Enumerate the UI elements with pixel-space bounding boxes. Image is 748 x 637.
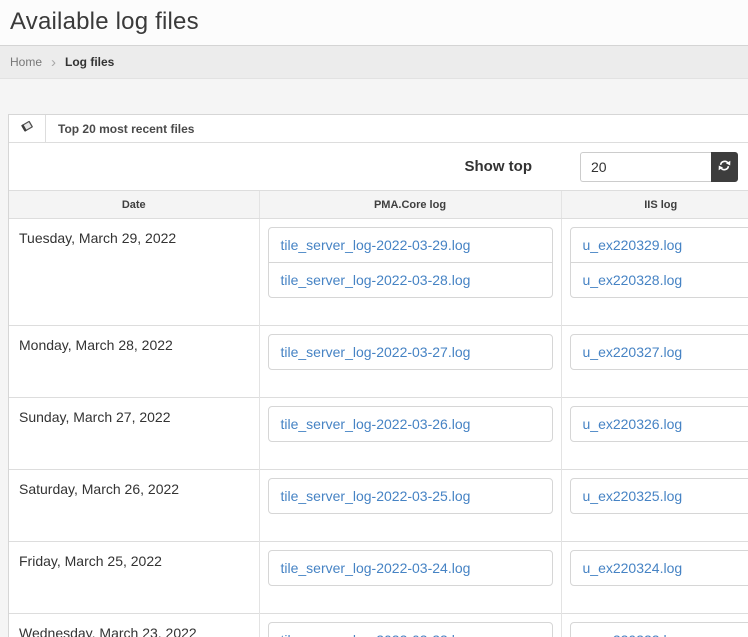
iis-cell: u_ex220325.log xyxy=(561,470,748,542)
row-date: Wednesday, March 23, 2022 xyxy=(17,622,251,637)
iis-cell: u_ex220324.log xyxy=(561,542,748,614)
log-file-link[interactable]: tile_server_log-2022-03-25.log xyxy=(268,478,553,514)
page-title: Available log files xyxy=(10,8,738,36)
table-row: Wednesday, March 23, 2022 tile_server_lo… xyxy=(9,614,748,637)
date-cell: Saturday, March 26, 2022 xyxy=(9,470,259,542)
breadcrumb: Home › Log files xyxy=(0,46,748,79)
date-cell: Wednesday, March 23, 2022 xyxy=(9,614,259,637)
show-top-form: Show top xyxy=(9,143,748,190)
date-cell: Friday, March 25, 2022 xyxy=(9,542,259,614)
iis-cell: u_ex220326.log xyxy=(561,398,748,470)
log-file-link[interactable]: u_ex220325.log xyxy=(570,478,748,514)
page-background xyxy=(0,79,748,114)
show-top-label: Show top xyxy=(465,158,533,175)
log-file-link[interactable]: u_ex220328.log xyxy=(570,262,748,298)
refresh-icon xyxy=(718,159,731,175)
refresh-button[interactable] xyxy=(711,152,738,182)
table-row: Saturday, March 26, 2022 tile_server_log… xyxy=(9,470,748,542)
table-row: Friday, March 25, 2022 tile_server_log-2… xyxy=(9,542,748,614)
panel-heading: Top 20 most recent files xyxy=(9,115,748,143)
date-cell: Monday, March 28, 2022 xyxy=(9,326,259,398)
log-files-panel: Top 20 most recent files Show top xyxy=(8,114,748,637)
row-date: Tuesday, March 29, 2022 xyxy=(17,227,251,247)
breadcrumb-link-home[interactable]: Home xyxy=(10,55,42,69)
row-date: Sunday, March 27, 2022 xyxy=(17,406,251,426)
page-header: Available log files xyxy=(0,0,748,46)
row-date: Monday, March 28, 2022 xyxy=(17,334,251,354)
pma-core-cell: tile_server_log-2022-03-24.log xyxy=(259,542,561,614)
table-row: Monday, March 28, 2022 tile_server_log-2… xyxy=(9,326,748,398)
column-header-pma-core-log: PMA.Core log xyxy=(259,191,561,219)
iis-cell: u_ex220327.log xyxy=(561,326,748,398)
iis-cell: u_ex220322.log xyxy=(561,614,748,637)
panel-icon-cell xyxy=(9,115,46,142)
log-file-link[interactable]: u_ex220322.log xyxy=(570,622,748,637)
log-file-link[interactable]: u_ex220327.log xyxy=(570,334,748,370)
log-file-link[interactable]: tile_server_log-2022-03-29.log xyxy=(268,227,553,263)
breadcrumb-current: Log files xyxy=(65,55,114,69)
date-cell: Sunday, March 27, 2022 xyxy=(9,398,259,470)
log-file-link[interactable]: tile_server_log-2022-03-23.log xyxy=(268,622,553,637)
log-file-link[interactable]: u_ex220329.log xyxy=(570,227,748,263)
pma-core-cell: tile_server_log-2022-03-29.logtile_serve… xyxy=(259,219,561,326)
pma-core-cell: tile_server_log-2022-03-27.log xyxy=(259,326,561,398)
log-file-link[interactable]: u_ex220326.log xyxy=(570,406,748,442)
log-book-icon xyxy=(20,119,34,138)
table-header-row: Date PMA.Core log IIS log xyxy=(9,191,748,219)
chevron-right-icon: › xyxy=(51,55,56,70)
log-table-body: Tuesday, March 29, 2022 tile_server_log-… xyxy=(9,219,748,637)
column-header-date: Date xyxy=(9,191,259,219)
pma-core-cell: tile_server_log-2022-03-25.log xyxy=(259,470,561,542)
iis-cell: u_ex220329.logu_ex220328.log xyxy=(561,219,748,326)
date-cell: Tuesday, March 29, 2022 xyxy=(9,219,259,326)
log-file-link[interactable]: tile_server_log-2022-03-28.log xyxy=(268,262,553,298)
log-file-link[interactable]: tile_server_log-2022-03-26.log xyxy=(268,406,553,442)
log-file-link[interactable]: tile_server_log-2022-03-24.log xyxy=(268,550,553,586)
column-header-iis-log: IIS log xyxy=(561,191,748,219)
panel-heading-title: Top 20 most recent files xyxy=(46,115,194,142)
row-date: Friday, March 25, 2022 xyxy=(17,550,251,570)
log-file-link[interactable]: u_ex220324.log xyxy=(570,550,748,586)
table-row: Sunday, March 27, 2022 tile_server_log-2… xyxy=(9,398,748,470)
pma-core-cell: tile_server_log-2022-03-23.log xyxy=(259,614,561,637)
log-files-table: Date PMA.Core log IIS log Tuesday, March… xyxy=(9,190,748,637)
show-top-input[interactable] xyxy=(580,152,711,182)
pma-core-cell: tile_server_log-2022-03-26.log xyxy=(259,398,561,470)
table-row: Tuesday, March 29, 2022 tile_server_log-… xyxy=(9,219,748,326)
log-file-link[interactable]: tile_server_log-2022-03-27.log xyxy=(268,334,553,370)
row-date: Saturday, March 26, 2022 xyxy=(17,478,251,498)
